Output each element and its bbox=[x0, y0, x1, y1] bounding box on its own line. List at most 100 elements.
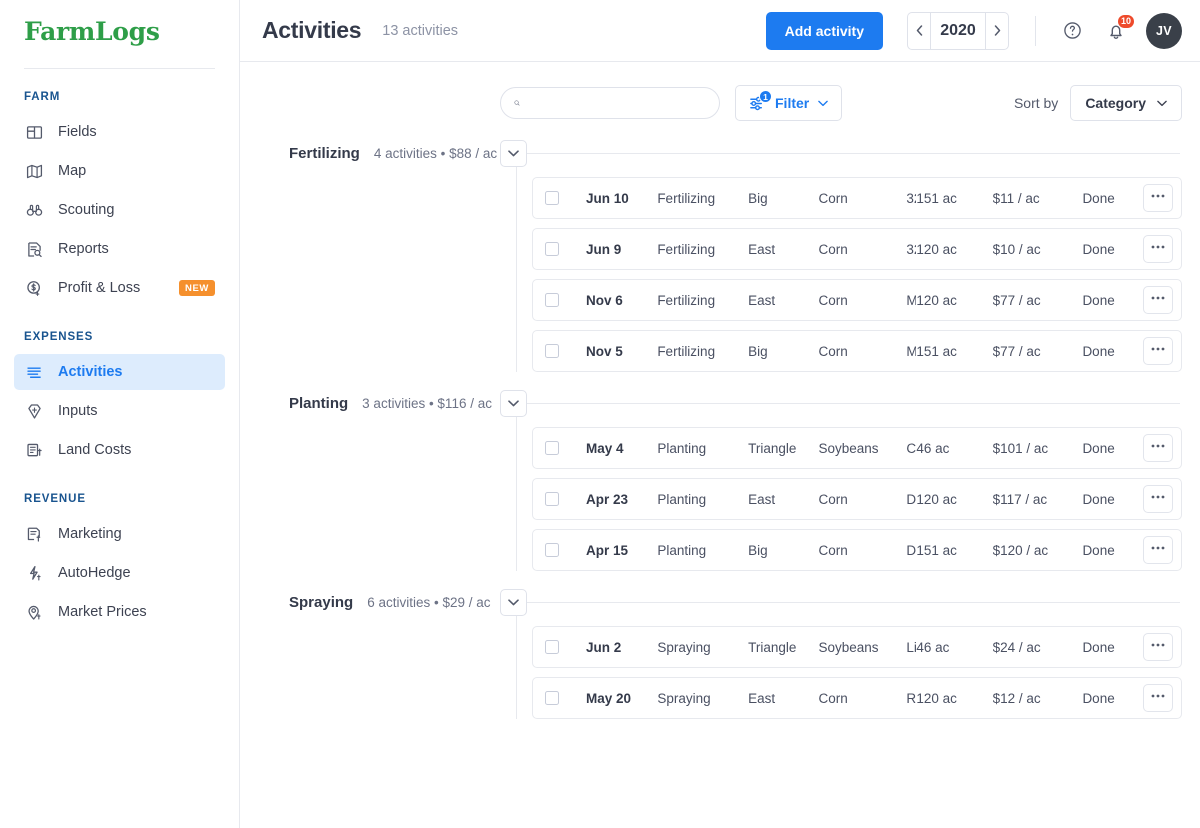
autohedge-icon bbox=[24, 563, 44, 583]
cell-cost: $24 / ac bbox=[992, 639, 1041, 655]
cell-cost: $11 / ac bbox=[992, 190, 1040, 206]
group-meta-wrap: Fertilizing 4 activities • $88 / ac bbox=[289, 145, 1182, 162]
sidebar-item-fields[interactable]: Fields bbox=[14, 114, 225, 150]
row-menu-button[interactable] bbox=[1143, 633, 1173, 661]
search-input[interactable] bbox=[529, 95, 706, 111]
page-title: Activities bbox=[262, 17, 362, 43]
table-row[interactable]: Jun 9 Fertilizing East Corn 32-0-0 UAN120 ac… bbox=[532, 228, 1182, 270]
table-row[interactable]: Jun 10 Fertilizing Big Corn 32-0-0 UAN151 ac… bbox=[532, 177, 1182, 219]
cell-activity-type: Fertilizing bbox=[657, 241, 716, 257]
sidebar-item-land-costs[interactable]: Land Costs bbox=[14, 432, 225, 468]
table-row[interactable]: Jun 2 Spraying Triangle Soybeans Liberty Out… bbox=[532, 626, 1182, 668]
ellipsis-icon bbox=[1151, 245, 1165, 248]
help-button[interactable] bbox=[1058, 17, 1086, 45]
sidebar-item-scouting[interactable]: Scouting bbox=[14, 192, 225, 228]
sidebar-item-label: Marketing bbox=[58, 526, 122, 542]
group-collapse-button[interactable] bbox=[500, 140, 527, 167]
sidebar-item-profit-loss[interactable]: Profit & Loss NEW bbox=[14, 270, 225, 306]
table-row[interactable]: Nov 5 Fertilizing Big Corn Manure151 ac $77 /… bbox=[532, 330, 1182, 372]
cell-activity-type: Planting bbox=[657, 491, 707, 507]
table-row[interactable]: Nov 6 Fertilizing East Corn Manure120 ac $77 … bbox=[532, 279, 1182, 321]
cell-crop: Corn bbox=[818, 190, 848, 206]
cell-field: Big bbox=[748, 190, 768, 206]
report-search-icon bbox=[24, 239, 44, 259]
group-rule bbox=[505, 403, 1180, 404]
cell-date: May 4 bbox=[586, 440, 624, 456]
sidebar-item-inputs[interactable]: Inputs bbox=[14, 393, 225, 429]
map-icon bbox=[26, 164, 42, 178]
group-rule bbox=[504, 602, 1180, 603]
table-row[interactable]: May 4 Planting Triangle Soybeans CZ 3945 LL4… bbox=[532, 427, 1182, 469]
row-checkbox[interactable] bbox=[545, 344, 559, 358]
cell-status: Done bbox=[1082, 343, 1115, 359]
next-year-button[interactable] bbox=[986, 11, 1009, 50]
table-row[interactable]: May 20 Spraying East Corn Roundup PowerMAX® … bbox=[532, 677, 1182, 719]
row-checkbox[interactable] bbox=[545, 691, 559, 705]
sidebar-item-map[interactable]: Map bbox=[14, 153, 225, 189]
sidebar-item-activities[interactable]: Activities bbox=[14, 354, 225, 390]
row-checkbox[interactable] bbox=[545, 191, 559, 205]
sidebar-item-reports[interactable]: Reports bbox=[14, 231, 225, 267]
table-row[interactable]: Apr 23 Planting East Corn DKC64-35RIB120 ac $… bbox=[532, 478, 1182, 520]
row-checkbox[interactable] bbox=[545, 543, 559, 557]
row-checkbox[interactable] bbox=[545, 242, 559, 256]
filter-button[interactable]: 1 Filter bbox=[735, 85, 843, 121]
sidebar-item-market-prices[interactable]: Market Prices bbox=[14, 594, 225, 630]
row-menu-button[interactable] bbox=[1143, 235, 1173, 263]
cell-input: Manure bbox=[906, 293, 916, 308]
cell-date: Nov 5 bbox=[586, 343, 623, 359]
group-rows: May 4 Planting Triangle Soybeans CZ 3945 LL4… bbox=[516, 417, 1182, 571]
cell-date: Jun 10 bbox=[586, 190, 629, 206]
brand-logo[interactable]: FarmLogs bbox=[0, 0, 239, 62]
table-row[interactable]: Apr 15 Planting Big Corn DKC64-35RIB151 ac $1… bbox=[532, 529, 1182, 571]
group-rows: Jun 2 Spraying Triangle Soybeans Liberty Out… bbox=[516, 616, 1182, 719]
activities-count: 13 activities bbox=[382, 22, 459, 39]
row-menu-button[interactable] bbox=[1143, 684, 1173, 712]
group-header: Fertilizing 4 activities • $88 / ac bbox=[240, 140, 1182, 167]
sidebar-item-label: Reports bbox=[58, 241, 109, 257]
group-collapse-button[interactable] bbox=[500, 390, 527, 417]
row-menu-button[interactable] bbox=[1143, 337, 1173, 365]
row-menu-button[interactable] bbox=[1143, 286, 1173, 314]
cell-field: Big bbox=[748, 542, 768, 558]
row-checkbox[interactable] bbox=[545, 492, 559, 506]
fields-icon bbox=[24, 122, 44, 142]
row-menu-button[interactable] bbox=[1143, 485, 1173, 513]
group-collapse-button[interactable] bbox=[500, 589, 527, 616]
row-menu-button[interactable] bbox=[1143, 536, 1173, 564]
sidebar-nav: FARM Fields Map Scouting Reports Profit & Los… bbox=[0, 69, 239, 630]
cell-date: Apr 15 bbox=[586, 542, 629, 558]
chevron-down-icon bbox=[1157, 100, 1167, 106]
year-picker: 2020 bbox=[907, 11, 1009, 50]
cell-input: CZ 3945 LL bbox=[906, 440, 917, 456]
fields-icon bbox=[26, 125, 42, 139]
sort-select[interactable]: Category bbox=[1070, 85, 1182, 121]
row-checkbox[interactable] bbox=[545, 640, 559, 654]
row-menu-button[interactable] bbox=[1143, 434, 1173, 462]
previous-year-button[interactable] bbox=[907, 11, 930, 50]
row-checkbox[interactable] bbox=[545, 441, 559, 455]
chevron-down-icon bbox=[508, 400, 519, 407]
land-costs-icon bbox=[26, 443, 42, 456]
year-value[interactable]: 2020 bbox=[930, 11, 986, 50]
cell-activity-type: Planting bbox=[657, 440, 707, 456]
sidebar-item-label: Inputs bbox=[58, 403, 98, 419]
top-bar: Activities 13 activities Add activity 20… bbox=[240, 0, 1200, 62]
search-box[interactable] bbox=[500, 87, 720, 119]
cell-input: DKC64-35RIB bbox=[906, 491, 917, 507]
user-avatar[interactable]: JV bbox=[1146, 12, 1182, 49]
activity-group: Spraying 6 activities • $29 / ac Jun 2 Spra… bbox=[240, 589, 1182, 719]
row-menu-button[interactable] bbox=[1143, 184, 1173, 212]
activities-icon bbox=[26, 366, 41, 378]
cell-input: DKC64-35RIB bbox=[906, 542, 917, 558]
notifications-button[interactable]: 10 bbox=[1102, 13, 1135, 45]
sidebar-item-autohedge[interactable]: AutoHedge bbox=[14, 555, 225, 591]
cell-status: Done bbox=[1082, 542, 1115, 558]
sidebar-item-marketing[interactable]: Marketing bbox=[14, 516, 225, 552]
row-checkbox[interactable] bbox=[545, 293, 559, 307]
notification-badge: 10 bbox=[1116, 13, 1135, 29]
cell-input: 32-0-0 UAN bbox=[906, 241, 916, 257]
add-activity-button[interactable]: Add activity bbox=[765, 11, 883, 50]
market-prices-icon bbox=[27, 605, 41, 620]
cell-acres: 151 ac bbox=[916, 542, 957, 558]
